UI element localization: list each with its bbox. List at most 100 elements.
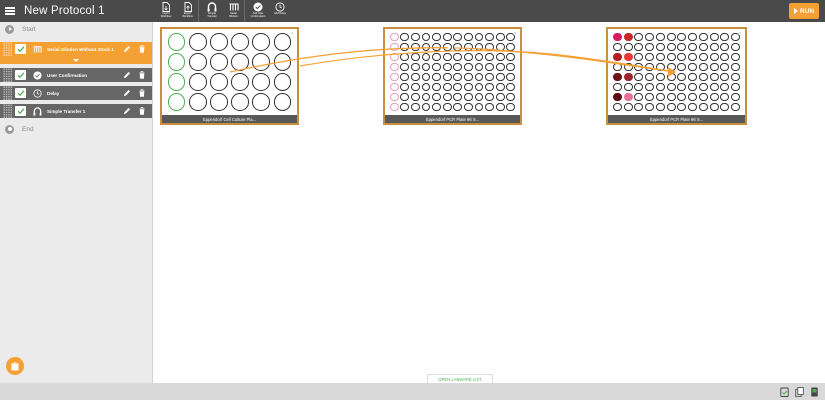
well[interactable] [623, 42, 633, 52]
well[interactable] [634, 92, 644, 102]
well[interactable] [495, 42, 505, 52]
device-button[interactable] [810, 387, 819, 397]
well[interactable] [400, 102, 410, 112]
duplicate-button[interactable] [795, 387, 804, 397]
well[interactable] [474, 102, 484, 112]
well[interactable] [485, 92, 494, 102]
step-simple-transfer[interactable]: Simple Transfer 1 [0, 104, 152, 118]
drag-handle-icon[interactable] [3, 104, 12, 118]
well[interactable] [623, 62, 633, 72]
well[interactable] [634, 82, 644, 92]
well[interactable] [485, 32, 494, 42]
well[interactable] [623, 32, 633, 42]
import-workflow-button[interactable]: Import Workflow [155, 0, 177, 22]
well[interactable] [506, 52, 516, 62]
well[interactable] [612, 82, 622, 92]
well[interactable] [666, 32, 676, 42]
well[interactable] [432, 82, 442, 92]
well[interactable] [698, 92, 708, 102]
well[interactable] [720, 32, 730, 42]
well[interactable] [677, 72, 687, 82]
well[interactable] [506, 72, 516, 82]
well[interactable] [623, 102, 633, 112]
well[interactable] [612, 32, 622, 42]
well[interactable] [698, 42, 708, 52]
well[interactable] [495, 62, 505, 72]
well[interactable] [463, 32, 473, 42]
well[interactable] [389, 32, 399, 42]
well[interactable] [411, 82, 420, 92]
well[interactable] [720, 52, 730, 62]
well[interactable] [698, 72, 708, 82]
drag-handle-icon[interactable] [3, 68, 12, 82]
well[interactable] [495, 92, 505, 102]
well[interactable] [634, 52, 644, 62]
well[interactable] [411, 92, 420, 102]
well[interactable] [698, 82, 708, 92]
well[interactable] [688, 72, 698, 82]
well[interactable] [645, 42, 655, 52]
well[interactable] [655, 82, 665, 92]
well[interactable] [474, 52, 484, 62]
well[interactable] [485, 62, 494, 72]
well[interactable] [474, 72, 484, 82]
step-checkbox[interactable] [15, 106, 26, 116]
well[interactable] [389, 52, 399, 62]
well[interactable] [645, 102, 655, 112]
well[interactable] [677, 62, 687, 72]
well[interactable] [495, 52, 505, 62]
well[interactable] [400, 52, 410, 62]
well[interactable] [688, 62, 698, 72]
serial-dilution-button[interactable]: Serial Dilution [223, 0, 245, 22]
validate-button[interactable] [780, 387, 789, 397]
well[interactable] [188, 53, 207, 71]
export-workflow-button[interactable]: Export Workflow [177, 0, 199, 22]
well[interactable] [474, 62, 484, 72]
well[interactable] [506, 42, 516, 52]
well[interactable] [167, 93, 186, 111]
step-checkbox[interactable] [15, 44, 26, 54]
well[interactable] [731, 72, 741, 82]
well[interactable] [453, 32, 463, 42]
well[interactable] [655, 32, 665, 42]
well[interactable] [666, 92, 676, 102]
well[interactable] [677, 52, 687, 62]
well[interactable] [645, 32, 655, 42]
well[interactable] [612, 102, 622, 112]
well[interactable] [421, 42, 431, 52]
well[interactable] [231, 93, 249, 111]
hamburger-menu-icon[interactable] [5, 7, 15, 15]
well[interactable] [231, 53, 249, 71]
labware-cell-culture-plate[interactable]: Eppendorf Cell Culture Pla... i [160, 27, 299, 125]
well[interactable] [442, 82, 452, 92]
well[interactable] [463, 52, 473, 62]
well[interactable] [720, 42, 730, 52]
well[interactable] [655, 72, 665, 82]
well[interactable] [442, 52, 452, 62]
well[interactable] [709, 72, 719, 82]
step-delay[interactable]: Delay [0, 86, 152, 100]
well[interactable] [485, 52, 494, 62]
well[interactable] [485, 42, 494, 52]
well[interactable] [731, 92, 741, 102]
well[interactable] [688, 82, 698, 92]
well[interactable] [666, 102, 676, 112]
well[interactable] [432, 72, 442, 82]
well[interactable] [400, 72, 410, 82]
well[interactable] [432, 42, 442, 52]
step-checkbox[interactable] [15, 70, 26, 80]
well[interactable] [421, 62, 431, 72]
well[interactable] [666, 72, 676, 82]
well[interactable] [506, 82, 516, 92]
well[interactable] [389, 92, 399, 102]
well[interactable] [720, 62, 730, 72]
well[interactable] [167, 53, 186, 71]
well[interactable] [442, 92, 452, 102]
well[interactable] [432, 92, 442, 102]
well[interactable] [411, 62, 420, 72]
well[interactable] [273, 93, 292, 111]
well[interactable] [389, 102, 399, 112]
well[interactable] [688, 92, 698, 102]
well[interactable] [389, 72, 399, 82]
info-icon[interactable]: i [513, 31, 517, 35]
